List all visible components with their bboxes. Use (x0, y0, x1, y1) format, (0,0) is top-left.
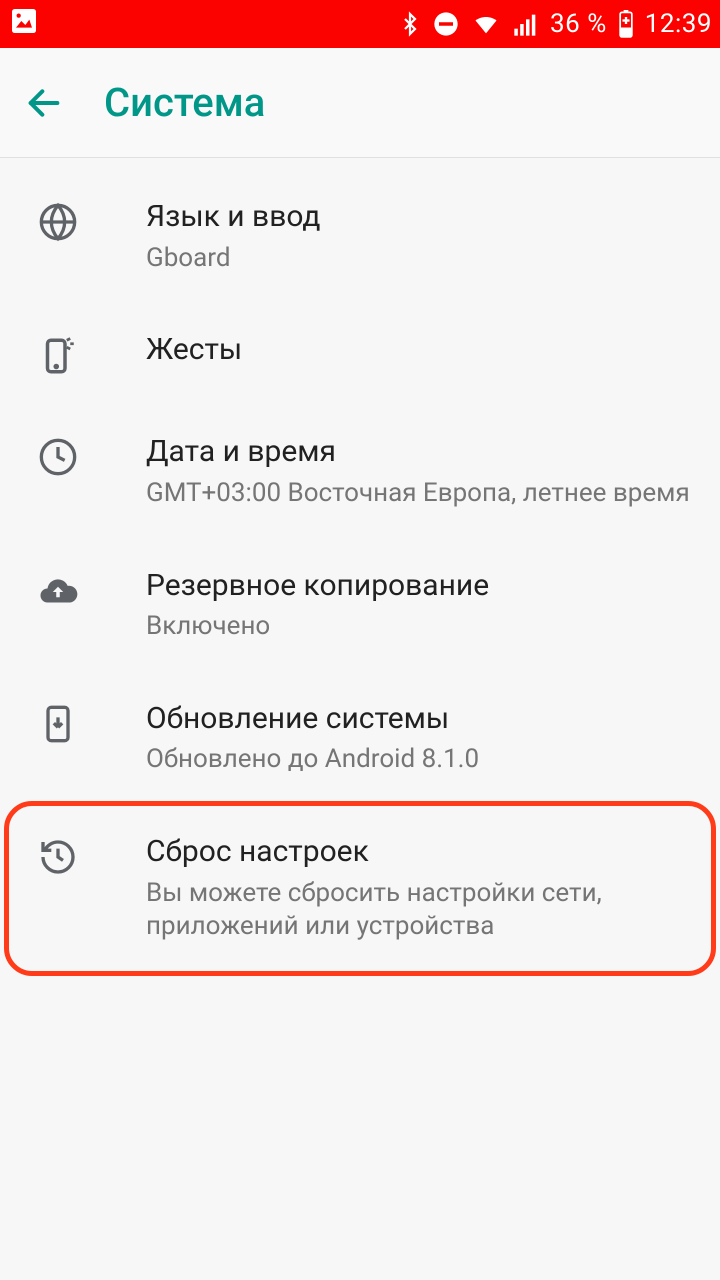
cloud-upload-icon (30, 567, 86, 613)
item-title: Жесты (146, 331, 696, 369)
gestures-icon (30, 331, 86, 377)
back-button[interactable] (16, 75, 72, 131)
wifi-icon (470, 10, 502, 38)
dnd-icon (432, 10, 460, 38)
globe-icon (30, 198, 86, 242)
battery-percent: 36 % (550, 9, 607, 39)
highlight-annotation (4, 801, 716, 976)
item-backup[interactable]: Резервное копирование Включено (0, 539, 720, 672)
clock-icon (30, 433, 86, 477)
item-subtitle: Включено (146, 610, 696, 644)
item-title: Обновление системы (146, 700, 696, 738)
system-update-icon (30, 700, 86, 744)
status-bar: 36 % 12:39 (0, 0, 720, 48)
bluetooth-icon (398, 10, 422, 38)
settings-list: Язык и ввод Gboard Жесты Дата и время GM… (0, 158, 720, 984)
battery-icon (617, 10, 635, 38)
item-title: Дата и время (146, 433, 696, 471)
item-system-update[interactable]: Обновление системы Обновлено до Android … (0, 672, 720, 805)
item-title: Язык и ввод (146, 198, 696, 236)
item-subtitle: Обновлено до Android 8.1.0 (146, 743, 696, 777)
signal-icon (512, 10, 540, 38)
item-language-input[interactable]: Язык и ввод Gboard (0, 170, 720, 303)
item-date-time[interactable]: Дата и время GMT+03:00 Восточная Европа,… (0, 405, 720, 538)
item-title: Резервное копирование (146, 567, 696, 605)
item-subtitle: Gboard (146, 242, 696, 276)
clock: 12:39 (645, 9, 712, 39)
item-subtitle: GMT+03:00 Восточная Европа, летнее время (146, 477, 696, 511)
app-bar: Система (0, 48, 720, 158)
page-title: Система (104, 79, 265, 126)
picture-icon (8, 5, 40, 44)
item-gestures[interactable]: Жесты (0, 303, 720, 405)
